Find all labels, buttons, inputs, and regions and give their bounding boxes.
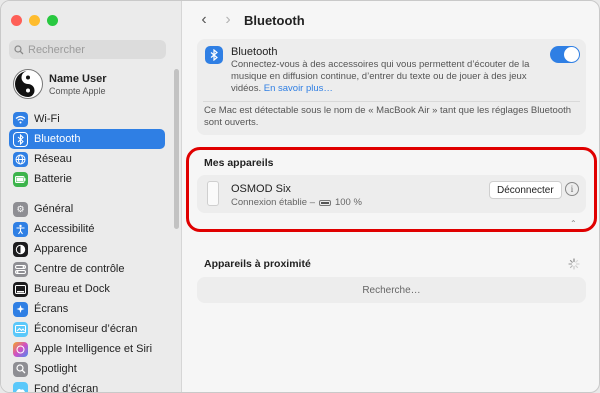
user-name: Name User xyxy=(49,72,107,85)
sidebar: Rechercher Name User Compte Apple Wi‑Fi … xyxy=(1,1,182,393)
wallpaper-icon xyxy=(13,381,28,392)
battery-icon xyxy=(13,171,28,187)
avatar xyxy=(13,69,43,99)
search-icon xyxy=(14,44,24,54)
main-pane: ‹ › Bluetooth Bluetooth Connectez-vous à… xyxy=(182,1,599,392)
wifi-icon xyxy=(13,111,28,127)
sidebar-item-control-center[interactable]: Centre de contrôle xyxy=(9,259,165,279)
sidebar-item-displays[interactable]: Écrans xyxy=(9,299,165,319)
sidebar-item-label: Réseau xyxy=(34,153,72,165)
sidebar-item-label: Batterie xyxy=(34,173,72,185)
appearance-icon xyxy=(13,241,28,257)
yin-yang-icon xyxy=(15,71,41,97)
bluetooth-toggle[interactable] xyxy=(550,46,580,63)
sidebar-item-wallpaper[interactable]: Fond d’écran xyxy=(9,379,165,393)
sidebar-search-input[interactable]: Rechercher xyxy=(9,40,166,59)
page-title: Bluetooth xyxy=(244,12,305,28)
sidebar-group-network: Wi‑Fi Bluetooth Réseau Batterie xyxy=(9,109,165,189)
sidebar-item-label: Spotlight xyxy=(34,363,77,375)
sidebar-group-system: ⚙ Général Accessibilité Apparence Centre… xyxy=(9,199,165,393)
sidebar-item-label: Économiseur d’écran xyxy=(34,323,138,335)
control-center-icon xyxy=(13,261,28,277)
sidebar-item-accessibility[interactable]: Accessibilité xyxy=(9,219,165,239)
sidebar-item-label: Général xyxy=(34,203,74,215)
settings-window: Rechercher Name User Compte Apple Wi‑Fi … xyxy=(0,0,600,393)
sidebar-item-siri[interactable]: Apple Intelligence et Siri xyxy=(9,339,165,359)
discoverable-note: Ce Mac est détectable sous le nom de « M… xyxy=(204,105,572,128)
user-subtitle: Compte Apple xyxy=(49,85,106,96)
learn-more-link[interactable]: En savoir plus… xyxy=(264,83,333,94)
sidebar-item-label: Écrans xyxy=(34,303,69,315)
back-chevron-icon[interactable]: ‹ xyxy=(192,11,216,29)
user-account[interactable]: Name User Compte Apple xyxy=(13,69,106,99)
divider xyxy=(203,101,580,102)
spotlight-icon xyxy=(13,361,28,377)
accessibility-icon xyxy=(13,221,28,237)
bluetooth-description: Connectez-vous à des accessoires qui vou… xyxy=(231,59,531,95)
sidebar-item-battery[interactable]: Batterie xyxy=(9,169,165,189)
gear-icon: ⚙ xyxy=(13,201,28,217)
close-button[interactable] xyxy=(11,15,22,26)
toolbar: ‹ › Bluetooth xyxy=(182,1,599,39)
searching-status: Recherche… xyxy=(362,284,421,296)
minimize-button[interactable] xyxy=(29,15,40,26)
nearby-search-row: Recherche… xyxy=(197,277,586,303)
toggle-knob xyxy=(564,47,579,62)
sidebar-item-screensaver[interactable]: Économiseur d’écran xyxy=(9,319,165,339)
window-controls xyxy=(11,15,58,26)
bluetooth-title: Bluetooth xyxy=(231,46,278,58)
sidebar-item-desktop-dock[interactable]: Bureau et Dock xyxy=(9,279,165,299)
bluetooth-icon xyxy=(13,131,28,147)
screensaver-icon xyxy=(13,321,28,337)
sidebar-item-wifi[interactable]: Wi‑Fi xyxy=(9,109,165,129)
sidebar-item-label: Bluetooth xyxy=(34,133,81,145)
sidebar-item-appearance[interactable]: Apparence xyxy=(9,239,165,259)
highlight-annotation xyxy=(186,147,597,232)
bluetooth-card: Bluetooth Connectez-vous à des accessoir… xyxy=(197,39,586,135)
sidebar-scrollbar[interactable] xyxy=(174,69,179,229)
globe-icon xyxy=(13,151,28,167)
sidebar-item-bluetooth[interactable]: Bluetooth xyxy=(9,129,165,149)
dock-icon xyxy=(13,281,28,297)
sidebar-item-label: Apparence xyxy=(34,243,88,255)
sidebar-item-label: Apple Intelligence et Siri xyxy=(34,343,153,355)
bluetooth-icon xyxy=(205,46,223,64)
sidebar-item-general[interactable]: ⚙ Général xyxy=(9,199,165,219)
sidebar-item-label: Centre de contrôle xyxy=(34,263,125,275)
sidebar-item-label: Accessibilité xyxy=(34,223,95,235)
search-placeholder: Rechercher xyxy=(28,43,85,56)
siri-icon xyxy=(13,341,28,357)
sidebar-item-network[interactable]: Réseau xyxy=(9,149,165,169)
forward-chevron-icon[interactable]: › xyxy=(216,11,240,29)
sidebar-item-label: Fond d’écran xyxy=(34,383,99,393)
sidebar-item-label: Wi‑Fi xyxy=(34,113,60,125)
nearby-devices-title: Appareils à proximité xyxy=(204,258,311,270)
zoom-button[interactable] xyxy=(47,15,58,26)
loading-spinner-icon xyxy=(568,258,580,270)
sidebar-item-label: Bureau et Dock xyxy=(34,283,110,295)
display-icon xyxy=(13,301,28,317)
sidebar-item-spotlight[interactable]: Spotlight xyxy=(9,359,165,379)
